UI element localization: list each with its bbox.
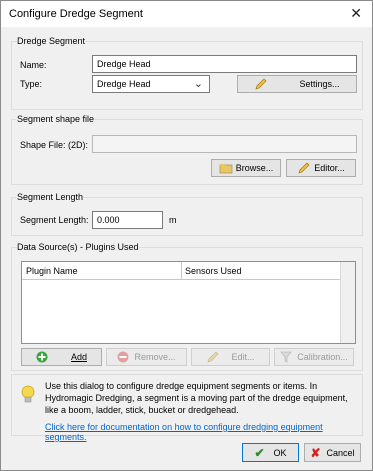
vertical-scrollbar[interactable] (340, 262, 355, 343)
browse-button[interactable]: Browse... (211, 159, 281, 177)
remove-button-label: Remove... (134, 352, 176, 362)
name-label: Name: (20, 60, 47, 70)
documentation-link[interactable]: Click here for documentation on how to c… (45, 422, 362, 442)
chevron-down-icon: ⌄ (193, 78, 203, 90)
edit-button[interactable]: Edit... (191, 348, 270, 366)
calibration-button-label: Calibration... (297, 352, 348, 362)
folder-icon (219, 162, 233, 174)
type-select-value: Dredge Head (97, 79, 151, 89)
browse-button-label: Browse... (235, 163, 274, 173)
pencil-icon (206, 351, 220, 363)
name-input[interactable]: Dredge Head (92, 55, 357, 73)
edit-button-label: Edit... (231, 352, 255, 362)
ok-button[interactable]: ✔ OK (242, 443, 299, 462)
shape-file-input[interactable] (92, 135, 357, 153)
settings-button-label: Settings... (299, 79, 340, 89)
plugins-table[interactable]: Plugin Name Sensors Used (21, 261, 356, 344)
remove-button[interactable]: Remove... (106, 348, 187, 366)
type-select[interactable]: Dredge Head ⌄ (92, 75, 210, 93)
editor-button[interactable]: Editor... (286, 159, 356, 177)
column-header-plugin-name[interactable]: Plugin Name (26, 266, 78, 276)
ok-button-label: OK (273, 447, 287, 458)
column-header-sensors-used[interactable]: Sensors Used (185, 266, 242, 276)
segment-length-group-label: Segment Length (17, 192, 84, 202)
funnel-icon (280, 351, 294, 363)
remove-icon (117, 351, 131, 363)
calibration-button[interactable]: Calibration... (274, 348, 354, 366)
lightbulb-icon (20, 385, 36, 407)
type-label: Type: (20, 79, 43, 89)
data-sources-group-label: Data Source(s) - Plugins Used (17, 242, 139, 252)
cancel-icon: ✘ (310, 445, 321, 460)
pencil-icon (297, 162, 311, 174)
info-panel: Use this dialog to configure dredge equi… (11, 374, 363, 442)
close-icon[interactable]: ✕ (350, 5, 362, 22)
info-text: Use this dialog to configure dredge equi… (45, 381, 348, 415)
window-title: Configure Dredge Segment (9, 8, 143, 20)
shape-file-label: Shape File: (2D): (20, 140, 89, 150)
add-button-label: Add (70, 352, 87, 362)
pencil-icon (254, 78, 268, 90)
editor-button-label: Editor... (314, 163, 345, 173)
settings-button[interactable]: Settings... (237, 75, 357, 93)
cancel-button[interactable]: ✘ Cancel (304, 443, 361, 462)
shape-file-group-label: Segment shape file (17, 114, 95, 124)
plugins-table-header: Plugin Name Sensors Used (22, 262, 355, 280)
cancel-button-label: Cancel (326, 447, 355, 458)
checkmark-icon: ✔ (254, 445, 265, 460)
segment-length-label: Segment Length: (20, 215, 89, 225)
segment-length-unit: m (169, 215, 177, 225)
add-button[interactable]: Add (21, 348, 102, 366)
column-divider[interactable] (181, 262, 182, 279)
dredge-segment-group-label: Dredge Segment (17, 36, 86, 46)
segment-length-input[interactable]: 0.000 (92, 211, 163, 229)
add-icon (36, 351, 50, 363)
dialog-window: Configure Dredge Segment ✕ Dredge Segmen… (0, 0, 373, 471)
title-bar: Configure Dredge Segment ✕ (1, 1, 372, 27)
